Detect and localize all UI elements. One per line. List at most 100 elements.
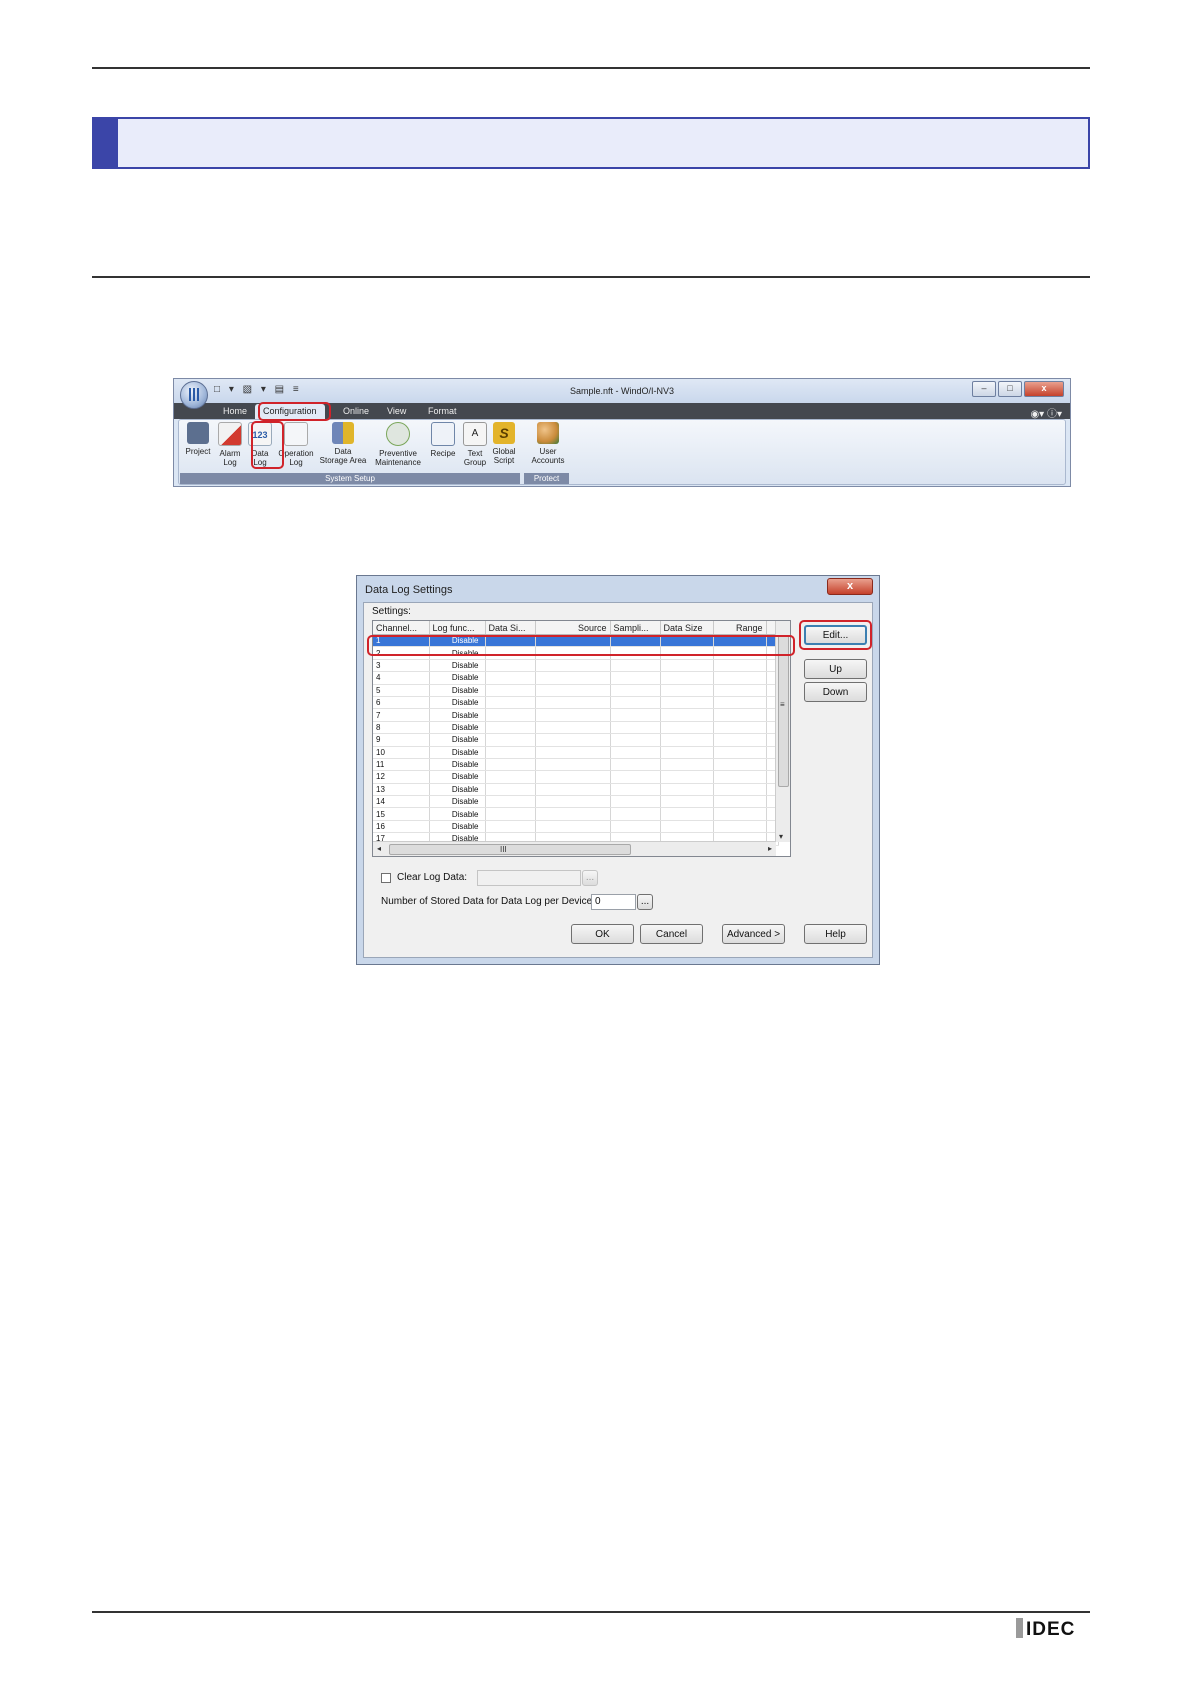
- horizontal-scroll-thumb[interactable]: III: [389, 844, 631, 855]
- preventive-maintenance-icon: [386, 422, 410, 446]
- data-log-highlight: [251, 421, 284, 469]
- empty-cell: [713, 721, 767, 735]
- column-header[interactable]: Data Si...: [485, 621, 536, 635]
- empty-cell: [660, 708, 714, 722]
- empty-cell: [535, 746, 611, 759]
- table-row[interactable]: 13 Disable: [373, 783, 779, 797]
- banner-tab: [94, 119, 118, 167]
- column-header[interactable]: Log func...: [429, 621, 486, 635]
- stored-data-field[interactable]: 0: [591, 894, 636, 910]
- channel-cell: 14: [373, 795, 430, 809]
- project-label: Project: [185, 447, 211, 456]
- log-function-cell: Disable: [429, 783, 486, 797]
- channel-cell: 4: [373, 671, 430, 685]
- table-row[interactable]: 15 Disable: [373, 807, 779, 821]
- column-header[interactable]: Range: [713, 621, 767, 635]
- empty-cell: [713, 795, 767, 809]
- vertical-scroll-thumb[interactable]: ≡: [778, 635, 789, 787]
- log-function-cell: Disable: [429, 659, 486, 673]
- bottom-rule: [92, 1611, 1090, 1613]
- tab-home[interactable]: Home: [223, 406, 247, 416]
- selected-row-highlight: [367, 635, 795, 656]
- column-header[interactable]: Channel...: [373, 621, 430, 635]
- ok-button[interactable]: OK: [571, 924, 634, 944]
- empty-cell: [485, 684, 536, 697]
- empty-cell: [535, 770, 611, 784]
- empty-cell: [535, 684, 611, 697]
- table-row[interactable]: 8 Disable: [373, 721, 779, 735]
- table-row[interactable]: 11 Disable: [373, 758, 779, 772]
- data-storage-area-icon: [332, 422, 354, 444]
- empty-cell: [660, 758, 714, 772]
- tab-view[interactable]: View: [387, 406, 406, 416]
- minimize-button[interactable]: –: [972, 381, 996, 397]
- stored-data-label: Number of Stored Data for Data Log per D…: [381, 896, 595, 907]
- recipe-button[interactable]: Recipe: [428, 422, 458, 458]
- table-row[interactable]: 4 Disable: [373, 671, 779, 685]
- alarm-log-button[interactable]: Alarm Log: [216, 422, 244, 467]
- column-header[interactable]: Sampli...: [610, 621, 661, 635]
- ribbon-window: Sample.nft - WindO/I-NV3 □ ▾ ▧ ▾ ▤ ≡ – □…: [173, 378, 1071, 487]
- table-row[interactable]: 10 Disable: [373, 746, 779, 759]
- preventive-maintenance-button[interactable]: Preventive Maintenance: [372, 422, 424, 467]
- empty-cell: [660, 671, 714, 685]
- close-button[interactable]: x: [1024, 381, 1064, 397]
- user-accounts-button[interactable]: User Accounts: [528, 422, 568, 465]
- table-row[interactable]: 7 Disable: [373, 708, 779, 722]
- empty-cell: [713, 807, 767, 821]
- table-row[interactable]: 16 Disable: [373, 820, 779, 834]
- empty-cell: [713, 708, 767, 722]
- table-row[interactable]: 3 Disable: [373, 659, 779, 673]
- column-header[interactable]: Data Size: [660, 621, 714, 635]
- advanced-button[interactable]: Advanced >: [722, 924, 785, 944]
- channel-cell: 5: [373, 684, 430, 697]
- table-row[interactable]: 14 Disable: [373, 795, 779, 809]
- data-storage-area-button[interactable]: Data Storage Area: [318, 422, 368, 465]
- scroll-right-icon[interactable]: ▸: [768, 844, 772, 853]
- scroll-down-icon[interactable]: ▾: [779, 832, 783, 841]
- quick-access-toolbar[interactable]: □ ▾ ▧ ▾ ▤ ≡: [214, 384, 302, 395]
- text-group-button[interactable]: A Text Group: [462, 422, 488, 467]
- column-header[interactable]: Source: [535, 621, 611, 635]
- table-row[interactable]: 5 Disable: [373, 684, 779, 697]
- log-function-cell: Disable: [429, 684, 486, 697]
- empty-cell: [485, 783, 536, 797]
- log-function-cell: Disable: [429, 671, 486, 685]
- help-button[interactable]: Help: [804, 924, 867, 944]
- table-row[interactable]: 6 Disable: [373, 696, 779, 710]
- ribbon-help-icons[interactable]: ◉▾ ⓘ▾: [1030, 405, 1062, 420]
- maximize-button[interactable]: □: [998, 381, 1022, 397]
- empty-cell: [485, 770, 536, 784]
- empty-cell: [535, 820, 611, 834]
- group-system-setup: System Setup: [180, 473, 520, 484]
- down-button[interactable]: Down: [804, 682, 867, 702]
- channel-cell: 10: [373, 746, 430, 759]
- empty-cell: [660, 733, 714, 747]
- top-rule: [92, 67, 1090, 69]
- empty-cell: [610, 758, 661, 772]
- clear-log-checkbox[interactable]: [381, 873, 391, 883]
- tab-online[interactable]: Online: [343, 406, 369, 416]
- table-row[interactable]: 12 Disable: [373, 770, 779, 784]
- empty-cell: [610, 659, 661, 673]
- stored-data-browse-button[interactable]: ...: [637, 894, 653, 910]
- log-function-cell: Disable: [429, 708, 486, 722]
- cancel-button[interactable]: Cancel: [640, 924, 703, 944]
- empty-cell: [660, 783, 714, 797]
- project-button[interactable]: Project: [182, 422, 214, 456]
- tab-format[interactable]: Format: [428, 406, 457, 416]
- log-function-cell: Disable: [429, 807, 486, 821]
- horizontal-scrollbar[interactable]: ◂ III ▸: [373, 841, 776, 856]
- operation-log-icon: [284, 422, 308, 446]
- global-script-button[interactable]: S Global Script: [490, 422, 518, 465]
- app-menu-icon[interactable]: [180, 381, 208, 409]
- empty-cell: [660, 659, 714, 673]
- log-function-cell: Disable: [429, 746, 486, 759]
- scroll-left-icon[interactable]: ◂: [377, 844, 381, 853]
- ribbon-body: Project Alarm Log 123 Data Log Operation…: [178, 419, 1066, 485]
- channel-cell: 16: [373, 820, 430, 834]
- empty-cell: [713, 733, 767, 747]
- table-row[interactable]: 9 Disable: [373, 733, 779, 747]
- up-button[interactable]: Up: [804, 659, 867, 679]
- dialog-close-button[interactable]: x: [827, 578, 873, 595]
